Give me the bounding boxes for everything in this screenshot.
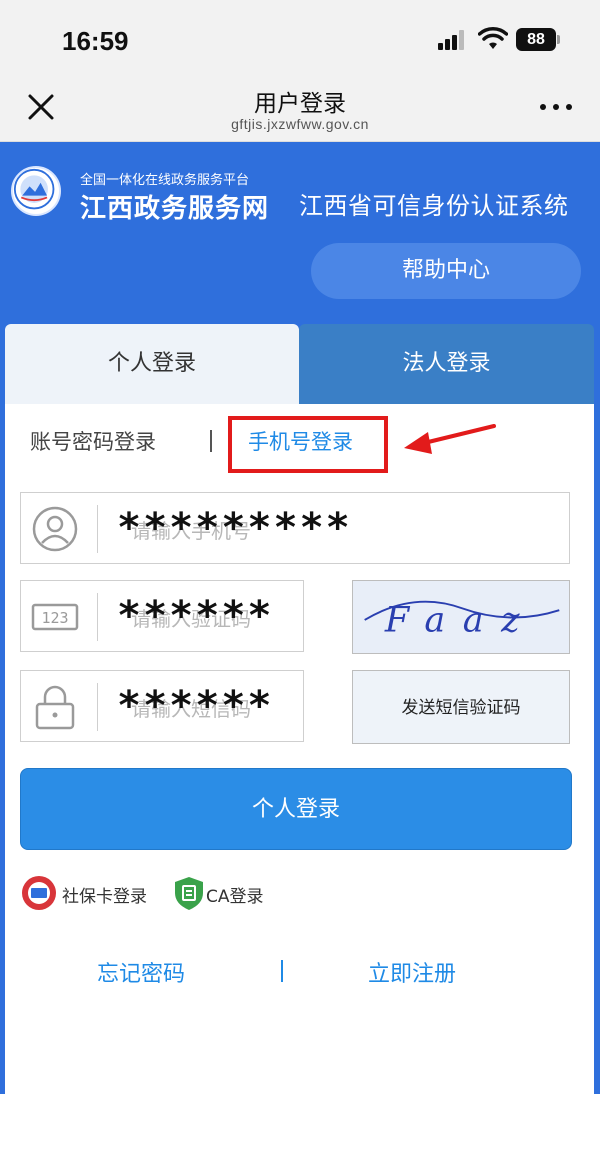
battery-icon: 88 [516,28,556,51]
social-security-label: 社保卡登录 [62,887,147,907]
captcha-masked-value: ****** [117,593,274,639]
page-url: gftjis.jxzwfww.gov.cn [231,116,369,132]
help-center-button[interactable]: 帮助中心 [311,243,581,299]
svg-text:123: 123 [41,609,68,627]
field-divider [97,683,98,731]
captcha-text: Faaz [384,600,537,641]
field-divider [97,505,98,553]
captcha-image[interactable]: Faaz [352,580,570,654]
links-divider [281,960,283,982]
captcha-123-icon: 123 [31,603,79,631]
lock-icon [35,685,75,730]
sms-masked-value: ****** [117,683,274,729]
mode-phone-login[interactable]: 手机号登录 [248,426,353,456]
tab-legal-login[interactable]: 法人登录 [299,324,594,404]
send-sms-code-button[interactable]: 发送短信验证码 [352,670,570,744]
ca-shield-icon [175,877,203,910]
platform-name: 江西政务服务网 [80,194,270,224]
register-link[interactable]: 立即注册 [368,956,456,988]
battery-tip [557,35,560,44]
tab-personal-login[interactable]: 个人登录 [5,324,299,404]
page-title: 用户登录 [254,91,346,117]
sms-code-input[interactable]: 请输入短信码 ****** [20,670,304,742]
login-type-tabs: 个人登录 法人登录 [0,324,600,404]
red-arrow-icon [404,424,496,454]
user-icon [32,506,78,552]
forgot-password-link[interactable]: 忘记密码 [97,956,185,988]
system-name: 江西省可信身份认证系统 [299,192,569,220]
field-divider [97,593,98,641]
phone-masked-value: ********* [117,505,352,551]
site-header: 全国一体化在线政务服务平台 江西政务服务网 江西省可信身份认证系统 帮助中心 [0,142,600,324]
mode-account-password[interactable]: 账号密码登录 [30,426,156,456]
nav-bar: 用户登录 gftjis.jxzwfww.gov.cn [0,80,600,142]
cellular-signal-icon [438,30,466,50]
ca-login[interactable]: CA登录 [170,874,280,914]
status-bar: 16:59 88 [0,0,600,80]
social-security-card-icon [22,876,56,910]
mode-divider [210,430,212,452]
status-time: 16:59 [62,26,129,56]
panel-border-right [594,404,600,1094]
personal-login-button[interactable]: 个人登录 [20,768,572,850]
jiangxi-gov-logo-icon [11,166,61,216]
wifi-icon [478,27,508,49]
phone-input[interactable]: 请输入手机号 ********* [20,492,570,564]
social-security-card-login[interactable]: 社保卡登录 [20,874,160,914]
ca-label: CA登录 [206,887,264,907]
platform-subtitle: 全国一体化在线政务服务平台 [80,173,250,188]
more-menu-icon[interactable] [540,102,574,112]
captcha-input[interactable]: 123 请输入验证码 ****** [20,580,304,652]
